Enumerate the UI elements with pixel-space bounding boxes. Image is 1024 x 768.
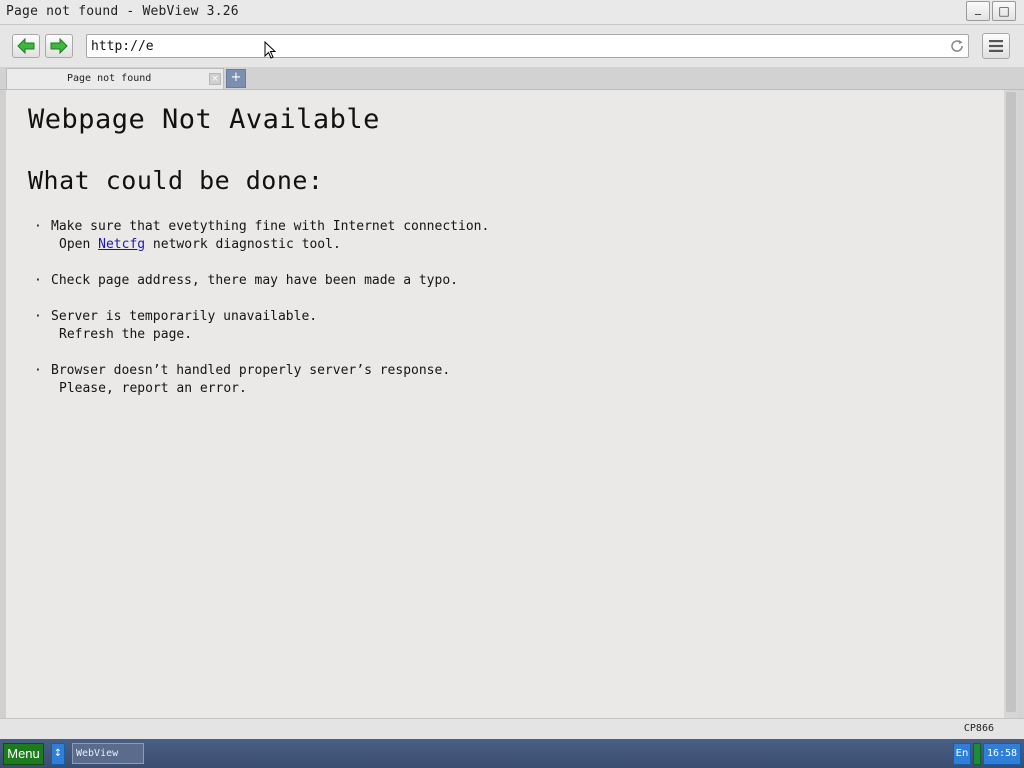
tip-text-part: Open <box>59 237 99 252</box>
minimize-button[interactable]: _ <box>966 1 990 21</box>
tab-page-not-found[interactable]: Page not found × <box>6 68 224 89</box>
green-arrow-right-icon <box>50 38 68 54</box>
browser-toolbar: http://e <box>0 25 1024 67</box>
browser-menu-button[interactable] <box>982 33 1010 59</box>
list-item: · Check page address, there may have been… <box>34 272 489 290</box>
tip-text-secondary: Open Netcfg network diagnostic tool. <box>51 236 489 254</box>
bullet: · <box>34 219 42 234</box>
tip-text: Check page address, there may have been … <box>51 273 458 288</box>
suggestion-list: · Make sure that evetything fine with Int… <box>34 218 489 416</box>
maximize-button[interactable]: □ <box>992 1 1016 21</box>
tip-text: Server is temporarily unavailable. <box>51 309 318 324</box>
hamburger-icon <box>989 40 1003 52</box>
bullet: · <box>34 363 42 378</box>
window-title: Page not found - WebView 3.26 <box>6 4 239 19</box>
start-menu-button[interactable]: Menu <box>3 743 44 765</box>
window-switch-icon[interactable]: ↕ <box>51 743 65 765</box>
tab-close-icon[interactable]: × <box>209 73 221 85</box>
tip-text-part: network diagnostic tool. <box>145 237 341 252</box>
status-bar: CP866 <box>0 718 1024 739</box>
tip-text-secondary: Please, report an error. <box>59 381 247 396</box>
scrollbar-thumb[interactable] <box>1006 92 1016 712</box>
maximize-icon: □ <box>998 4 1010 18</box>
bullet: · <box>34 273 42 288</box>
address-input[interactable]: http://e <box>91 39 154 54</box>
forward-button[interactable] <box>45 34 73 58</box>
tip-text: Browser doesn’t handled properly server’… <box>51 363 451 378</box>
page-title: Webpage Not Available <box>28 104 380 135</box>
reload-icon[interactable] <box>949 38 965 54</box>
tab-strip: Page not found × + <box>0 67 1024 90</box>
clock[interactable]: 16:58 <box>983 743 1021 765</box>
new-tab-button[interactable]: + <box>226 69 246 88</box>
list-item: · Browser doesn’t handled properly server… <box>34 362 489 398</box>
vertical-scrollbar[interactable] <box>1004 90 1018 718</box>
netcfg-link[interactable]: Netcfg <box>98 237 145 252</box>
tab-label: Page not found <box>67 73 152 84</box>
mouse-cursor-icon <box>264 41 276 59</box>
taskbar: Menu ↕ WebView En 16:58 <box>0 739 1024 768</box>
back-button[interactable] <box>12 34 40 58</box>
green-arrow-left-icon <box>17 38 35 54</box>
page-subtitle: What could be done: <box>28 166 324 195</box>
window-title-bar: Page not found - WebView 3.26 _ □ <box>0 0 1024 25</box>
list-item: · Make sure that evetything fine with Int… <box>34 218 489 254</box>
minimize-icon: _ <box>975 1 981 15</box>
page-content: Webpage Not Available What could be done… <box>6 90 1004 718</box>
list-item: · Server is temporarily unavailable. Refre… <box>34 308 489 344</box>
language-indicator[interactable]: En <box>953 743 971 765</box>
address-bar[interactable]: http://e <box>86 34 969 58</box>
tray-indicator <box>973 743 981 765</box>
bullet: · <box>34 309 42 324</box>
encoding-label[interactable]: CP866 <box>964 723 994 734</box>
tip-text: Make sure that evetything fine with Inte… <box>51 219 490 234</box>
taskbar-item-webview[interactable]: WebView <box>72 743 144 764</box>
tip-text-secondary: Refresh the page. <box>59 327 193 342</box>
